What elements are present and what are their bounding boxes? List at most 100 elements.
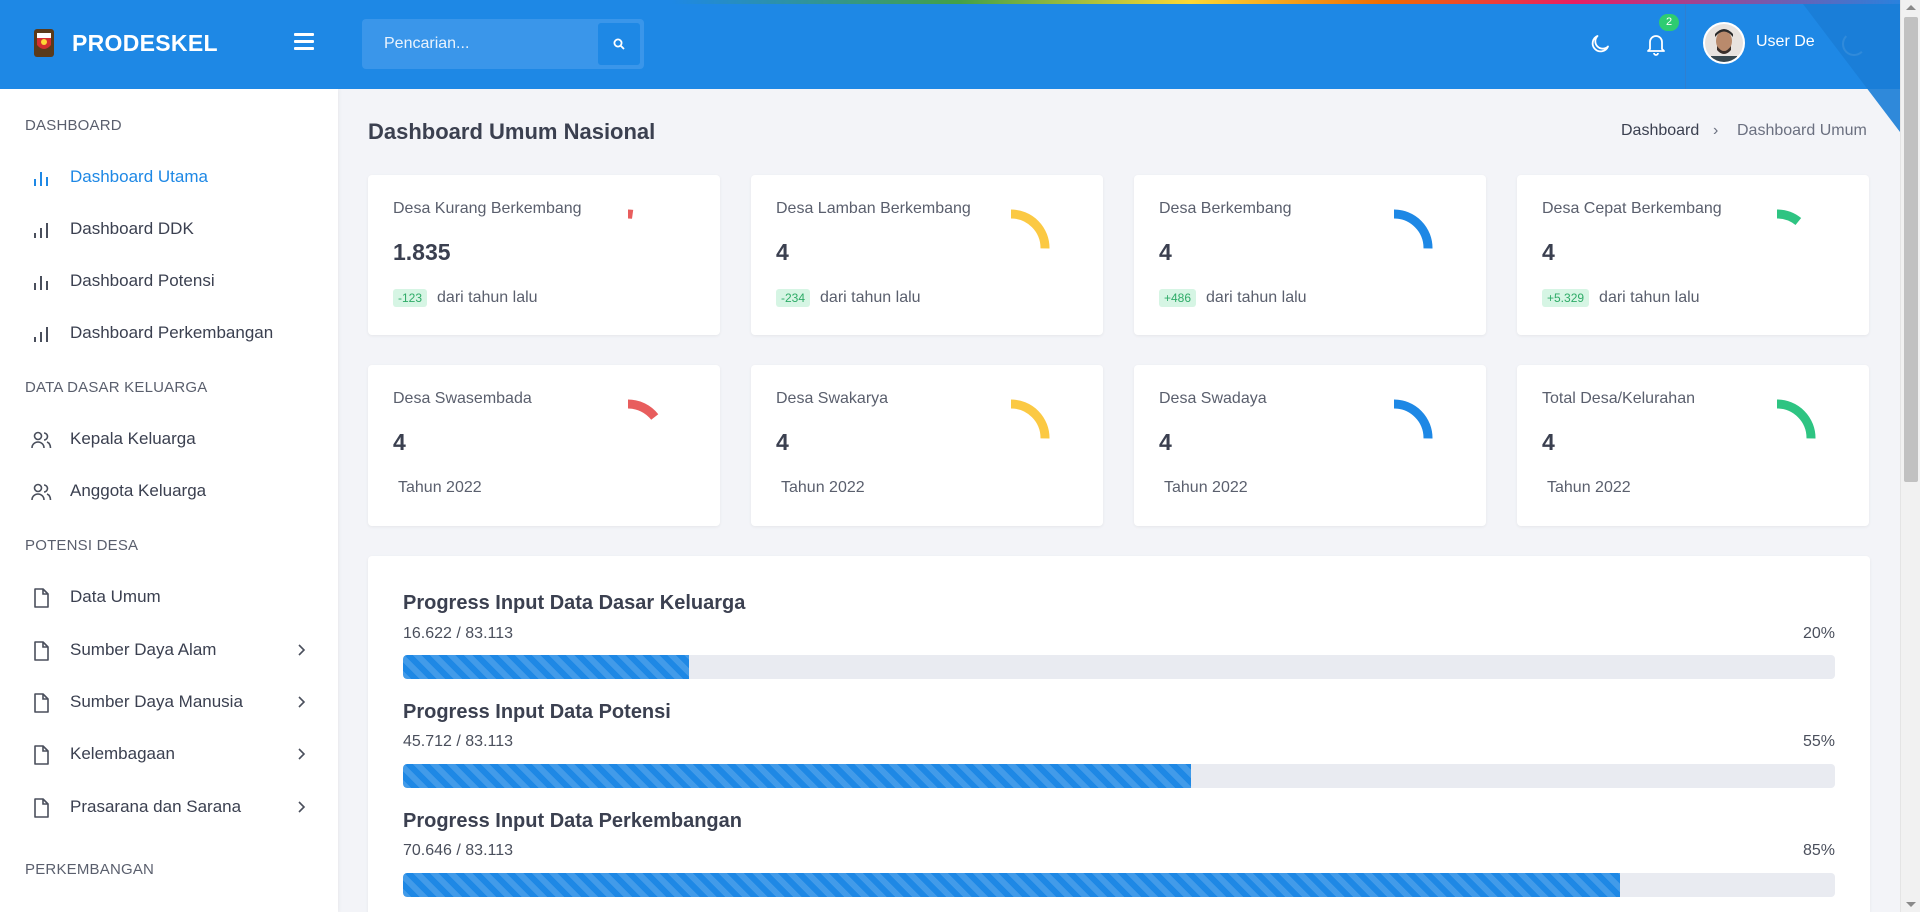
users-icon [31,483,52,501]
chevron-right-icon [298,801,306,813]
progress-title-potensi: Progress Input Data Potensi [403,701,671,723]
delta-text: dari tahun lalu [820,289,921,306]
gauge-chart [1010,209,1050,249]
stat-value: 4 [1542,239,1555,265]
gauge-chart [1393,399,1433,439]
stat-card-desa-berkembang: Desa Berkembang 4 +486 dari tahun lalu [1134,175,1486,335]
sidebar-item-label: Sumber Daya Manusia [70,692,243,711]
stat-card-desa-swasembada: Desa Swasembada 4 Tahun 2022 [368,365,720,526]
stat-title: Total Desa/Kelurahan [1542,390,1695,407]
file-icon [34,588,49,608]
sidebar: DASHBOARD Dashboard Utama Dashboard DDK … [0,89,338,912]
top-header: PRODESKEL 2 [0,0,1920,89]
sidebar-item-prasarana-dan-sarana[interactable]: Prasarana dan Sarana [0,787,338,827]
scroll-down-arrow-icon[interactable] [1906,902,1916,907]
bar-chart-icon [34,276,48,290]
gauge-arc [1393,209,1433,249]
file-icon [34,641,49,661]
stat-value: 4 [393,429,406,455]
notification-badge: 2 [1659,14,1679,31]
progress-count-perkembangan: 70.646 / 83.113 [403,842,514,859]
users-icon [31,431,52,449]
sidebar-item-label: Prasarana dan Sarana [70,797,242,816]
progress-fill [403,655,690,679]
progress-bar-perkembangan [403,873,1835,897]
bar-chart-icon [34,223,48,238]
stat-footer: Tahun 2022 [1159,479,1248,497]
breadcrumb-dashboard[interactable]: Dashboard [1621,122,1699,140]
progress-count-potensi: 45.712 / 83.113 [403,733,514,750]
stat-title: Desa Kurang Berkembang [393,200,582,217]
stat-year: Tahun 2022 [1164,479,1248,496]
stat-value: 4 [776,239,789,265]
stat-footer: -123 dari tahun lalu [393,289,538,307]
delta-badge: +486 [1159,289,1197,307]
sidebar-item-dashboard-potensi[interactable]: Dashboard Potensi [0,261,338,301]
progress-fill [403,764,1191,788]
sidebar-item-label: Anggota Keluarga [70,481,207,500]
scrollbar-thumb[interactable] [1904,17,1918,482]
sidebar-item-anggota-keluarga[interactable]: Anggota Keluarga [0,471,338,511]
search-icon [613,38,625,50]
progress-percent-potensi: 55% [1802,733,1835,750]
gauge-chart [627,209,634,219]
brand[interactable]: PRODESKEL [30,27,218,59]
gauge-chart [627,399,659,420]
stat-card-desa-swakarya: Desa Swakarya 4 Tahun 2022 [751,365,1103,526]
search-box [362,19,644,69]
sidebar-item-label: Sumber Daya Alam [70,640,217,659]
gauge-arc [1776,399,1816,439]
stat-card-desa-cepat-berkembang: Desa Cepat Berkembang 4 +5.329 dari tahun… [1517,175,1869,335]
stat-value: 4 [1542,429,1555,455]
sidebar-item-label: Dashboard Utama [70,167,208,186]
sidebar-item-dashboard-ddk[interactable]: Dashboard DDK [0,209,338,249]
delta-text: dari tahun lalu [1599,289,1700,306]
progress-title-ddk: Progress Input Data Dasar Keluarga [403,592,746,614]
sidebar-item-label: Dashboard Potensi [70,271,215,290]
breadcrumb-separator: › [1713,122,1719,139]
gauge-chart [1010,399,1050,439]
sidebar-item-data-umum[interactable]: Data Umum [0,577,338,617]
search-input[interactable] [362,19,598,69]
file-icon [34,693,49,713]
chevron-right-icon [298,696,306,708]
progress-bar-potensi [403,764,1835,788]
notifications-button[interactable]: 2 [1644,14,1679,62]
gauge-arc [627,399,659,420]
sidebar-item-label: Kelembagaan [70,744,175,763]
page-scrollbar[interactable] [1900,0,1920,912]
progress-percent-perkembangan: 85% [1802,842,1835,859]
chevron-right-icon [298,748,306,760]
stat-value: 4 [1159,239,1172,265]
stat-value: 4 [1159,429,1172,455]
moon-icon [1591,35,1609,53]
sidebar-section-dashboard: DASHBOARD [25,117,122,134]
scroll-up-arrow-icon[interactable] [1906,5,1916,10]
gauge-arc [1010,399,1050,439]
sidebar-item-label: Dashboard Perkembangan [70,323,274,342]
stat-title: Desa Swadaya [1159,390,1267,407]
sidebar-item-sumber-daya-manusia[interactable]: Sumber Daya Manusia [0,682,338,722]
sidebar-section-data-dasar-keluarga: DATA DASAR KELUARGA [25,379,208,396]
sidebar-item-dashboard-utama[interactable]: Dashboard Utama [0,157,338,197]
corner-ribbon [1800,0,1900,132]
sidebar-item-dashboard-perkembangan[interactable]: Dashboard Perkembangan [0,313,338,353]
sidebar-item-kelembagaan[interactable]: Kelembagaan [0,734,338,774]
stat-title: Desa Berkembang [1159,200,1292,217]
progress-count-ddk: 16.622 / 83.113 [403,625,514,642]
delta-text: dari tahun lalu [437,289,538,306]
garuda-logo-icon [34,29,54,57]
sidebar-item-sumber-daya-alam[interactable]: Sumber Daya Alam [0,630,338,670]
menu-toggle-button[interactable] [294,33,314,51]
progress-fill [403,873,1621,897]
stat-footer: Tahun 2022 [393,479,482,497]
file-icon [34,745,49,765]
top-accent-strip [0,0,1920,4]
sidebar-item-kepala-keluarga[interactable]: Kepala Keluarga [0,419,338,459]
stat-title: Desa Swakarya [776,390,889,407]
file-icon [34,798,49,818]
search-button[interactable] [598,23,640,65]
stat-card-desa-swadaya: Desa Swadaya 4 Tahun 2022 [1134,365,1486,526]
stat-value: 1.835 [393,239,451,265]
dark-mode-toggle[interactable] [1588,32,1612,61]
